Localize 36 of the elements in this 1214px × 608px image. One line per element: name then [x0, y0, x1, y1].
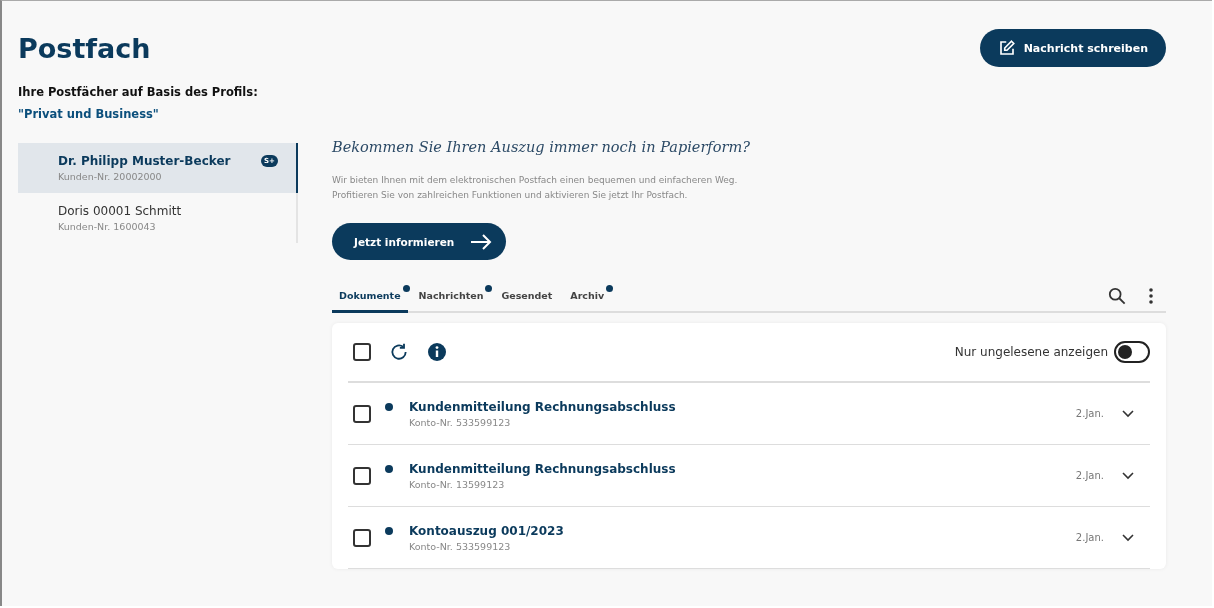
account-number: Konto-Nr. 13599123 [409, 478, 506, 490]
arrow-right-icon [470, 233, 493, 250]
info-button[interactable]: Jetzt informieren [332, 223, 507, 260]
message-subject[interactable]: Kundenmitteilung Rechnungsabschluss [409, 461, 1076, 476]
row-checkbox[interactable] [353, 528, 371, 547]
tab[interactable]: Nachrichten [411, 280, 491, 313]
message-date: 2.Jan. [1075, 532, 1104, 543]
chevron-down-icon[interactable] [1122, 471, 1134, 480]
row-checkbox[interactable] [353, 404, 371, 423]
tab[interactable]: Archiv [563, 280, 612, 313]
page-title: Postfach [18, 32, 151, 64]
compose-button[interactable]: Nachricht schreiben [979, 29, 1166, 67]
toggle-label: Nur ungelesene anzeigen [954, 345, 1108, 359]
profile-text: Ihre Postfächer auf Basis des Profils: "Privat und Business" [18, 84, 259, 123]
refresh-icon[interactable] [389, 342, 409, 362]
search-icon[interactable] [1108, 286, 1126, 305]
edit-icon [997, 39, 1016, 57]
toggle-switch[interactable] [1114, 341, 1150, 363]
info-icon[interactable] [427, 342, 447, 362]
promo-text: Wir bieten Ihnen mit dem elektronischen Postfach einen bequemen und einfacheren Weg. [332, 174, 739, 187]
tab[interactable]: Gesendet [494, 280, 560, 313]
more-icon[interactable] [1148, 286, 1154, 305]
message-date: 2.Jan. [1075, 470, 1104, 481]
message-subject[interactable]: Kundenmitteilung Rechnungsabschluss [409, 399, 1076, 414]
chevron-down-icon[interactable] [1122, 533, 1134, 542]
account-number: Konto-Nr. 533599123 [409, 416, 512, 428]
message-subject[interactable]: Kontoauszug 001/2023 [409, 523, 1076, 538]
account-number: Konto-Nr. 533599123 [409, 540, 512, 552]
promo-heading: Bekommen Sie Ihren Auszug immer noch in Papierform? [332, 139, 751, 155]
row-checkbox[interactable] [353, 466, 371, 485]
message-date: 2.Jan. [1075, 408, 1104, 419]
tab[interactable]: Dokumente [332, 280, 408, 313]
chevron-down-icon[interactable] [1122, 409, 1134, 418]
select-all-checkbox[interactable] [353, 343, 371, 361]
mailbox-item[interactable]: Doris 00001 Schmitt Kunden-Nr. 1600043 [18, 193, 298, 243]
promo-text: Profitieren Sie von zahlreichen Funktionen und aktivieren Sie jetzt Ihr Postfach. [332, 189, 689, 202]
